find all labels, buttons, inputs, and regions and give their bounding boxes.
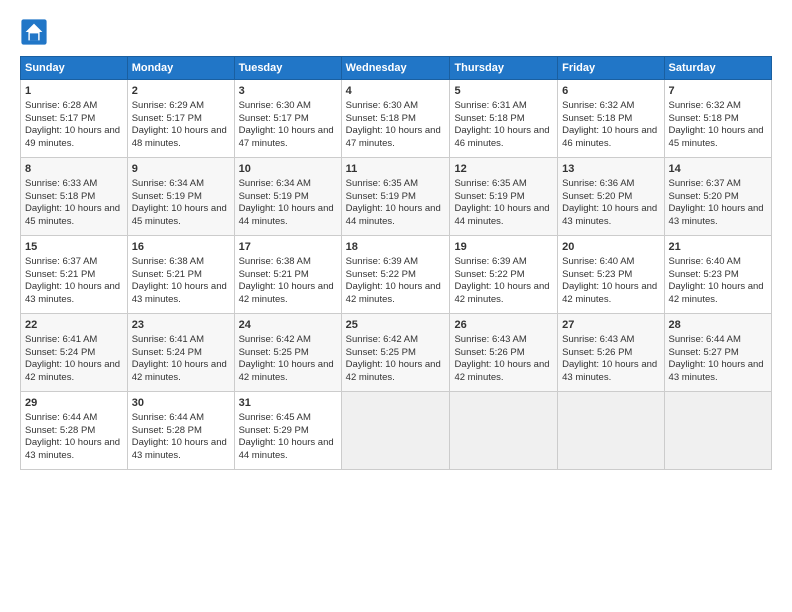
week-row-1: 1Sunrise: 6:28 AMSunset: 5:17 PMDaylight… [21,80,772,158]
day-number: 30 [132,396,230,411]
day-number: 12 [454,162,553,177]
day-cell: 18Sunrise: 6:39 AMSunset: 5:22 PMDayligh… [341,236,450,314]
day-cell: 20Sunrise: 6:40 AMSunset: 5:23 PMDayligh… [558,236,664,314]
day-number: 21 [669,240,767,255]
day-number: 14 [669,162,767,177]
header-cell-wednesday: Wednesday [341,57,450,80]
day-cell: 26Sunrise: 6:43 AMSunset: 5:26 PMDayligh… [450,314,558,392]
day-number: 9 [132,162,230,177]
header-cell-friday: Friday [558,57,664,80]
day-number: 16 [132,240,230,255]
day-number: 6 [562,84,659,99]
header-cell-monday: Monday [127,57,234,80]
day-cell: 7Sunrise: 6:32 AMSunset: 5:18 PMDaylight… [664,80,771,158]
day-number: 23 [132,318,230,333]
day-number: 20 [562,240,659,255]
day-number: 31 [239,396,337,411]
day-cell: 31Sunrise: 6:45 AMSunset: 5:29 PMDayligh… [234,392,341,470]
day-cell [558,392,664,470]
day-cell: 12Sunrise: 6:35 AMSunset: 5:19 PMDayligh… [450,158,558,236]
day-cell: 14Sunrise: 6:37 AMSunset: 5:20 PMDayligh… [664,158,771,236]
day-cell: 6Sunrise: 6:32 AMSunset: 5:18 PMDaylight… [558,80,664,158]
day-cell: 27Sunrise: 6:43 AMSunset: 5:26 PMDayligh… [558,314,664,392]
day-cell: 15Sunrise: 6:37 AMSunset: 5:21 PMDayligh… [21,236,128,314]
day-cell: 30Sunrise: 6:44 AMSunset: 5:28 PMDayligh… [127,392,234,470]
day-cell: 4Sunrise: 6:30 AMSunset: 5:18 PMDaylight… [341,80,450,158]
header [20,18,772,46]
logo-icon [20,18,48,46]
header-cell-saturday: Saturday [664,57,771,80]
day-cell: 23Sunrise: 6:41 AMSunset: 5:24 PMDayligh… [127,314,234,392]
day-cell: 3Sunrise: 6:30 AMSunset: 5:17 PMDaylight… [234,80,341,158]
day-cell: 11Sunrise: 6:35 AMSunset: 5:19 PMDayligh… [341,158,450,236]
day-number: 15 [25,240,123,255]
day-cell: 8Sunrise: 6:33 AMSunset: 5:18 PMDaylight… [21,158,128,236]
day-number: 28 [669,318,767,333]
header-cell-sunday: Sunday [21,57,128,80]
day-cell: 28Sunrise: 6:44 AMSunset: 5:27 PMDayligh… [664,314,771,392]
day-cell: 25Sunrise: 6:42 AMSunset: 5:25 PMDayligh… [341,314,450,392]
day-cell: 5Sunrise: 6:31 AMSunset: 5:18 PMDaylight… [450,80,558,158]
day-cell: 2Sunrise: 6:29 AMSunset: 5:17 PMDaylight… [127,80,234,158]
calendar-header: SundayMondayTuesdayWednesdayThursdayFrid… [21,57,772,80]
day-number: 22 [25,318,123,333]
day-number: 11 [346,162,446,177]
day-number: 7 [669,84,767,99]
day-number: 26 [454,318,553,333]
day-number: 4 [346,84,446,99]
day-number: 24 [239,318,337,333]
day-cell: 16Sunrise: 6:38 AMSunset: 5:21 PMDayligh… [127,236,234,314]
day-cell [341,392,450,470]
week-row-3: 15Sunrise: 6:37 AMSunset: 5:21 PMDayligh… [21,236,772,314]
day-cell: 17Sunrise: 6:38 AMSunset: 5:21 PMDayligh… [234,236,341,314]
day-number: 5 [454,84,553,99]
day-number: 10 [239,162,337,177]
header-cell-tuesday: Tuesday [234,57,341,80]
calendar-body: 1Sunrise: 6:28 AMSunset: 5:17 PMDaylight… [21,80,772,470]
header-cell-thursday: Thursday [450,57,558,80]
day-cell: 1Sunrise: 6:28 AMSunset: 5:17 PMDaylight… [21,80,128,158]
day-number: 13 [562,162,659,177]
day-number: 27 [562,318,659,333]
day-number: 29 [25,396,123,411]
page: SundayMondayTuesdayWednesdayThursdayFrid… [0,0,792,612]
day-cell: 19Sunrise: 6:39 AMSunset: 5:22 PMDayligh… [450,236,558,314]
day-number: 17 [239,240,337,255]
day-cell: 22Sunrise: 6:41 AMSunset: 5:24 PMDayligh… [21,314,128,392]
day-number: 18 [346,240,446,255]
day-cell [664,392,771,470]
calendar-table: SundayMondayTuesdayWednesdayThursdayFrid… [20,56,772,470]
day-number: 3 [239,84,337,99]
day-cell: 10Sunrise: 6:34 AMSunset: 5:19 PMDayligh… [234,158,341,236]
week-row-5: 29Sunrise: 6:44 AMSunset: 5:28 PMDayligh… [21,392,772,470]
day-cell: 21Sunrise: 6:40 AMSunset: 5:23 PMDayligh… [664,236,771,314]
day-number: 25 [346,318,446,333]
logo [20,18,52,46]
header-row: SundayMondayTuesdayWednesdayThursdayFrid… [21,57,772,80]
day-cell: 24Sunrise: 6:42 AMSunset: 5:25 PMDayligh… [234,314,341,392]
week-row-4: 22Sunrise: 6:41 AMSunset: 5:24 PMDayligh… [21,314,772,392]
week-row-2: 8Sunrise: 6:33 AMSunset: 5:18 PMDaylight… [21,158,772,236]
day-cell: 13Sunrise: 6:36 AMSunset: 5:20 PMDayligh… [558,158,664,236]
day-number: 1 [25,84,123,99]
day-cell: 9Sunrise: 6:34 AMSunset: 5:19 PMDaylight… [127,158,234,236]
day-number: 19 [454,240,553,255]
day-number: 2 [132,84,230,99]
day-cell [450,392,558,470]
day-number: 8 [25,162,123,177]
day-cell: 29Sunrise: 6:44 AMSunset: 5:28 PMDayligh… [21,392,128,470]
